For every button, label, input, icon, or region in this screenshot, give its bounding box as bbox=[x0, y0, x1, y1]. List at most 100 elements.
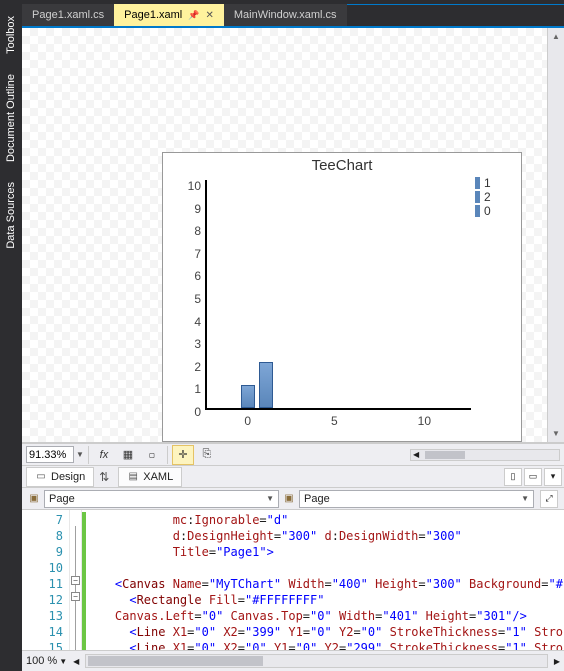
tab-label: Page1.xaml bbox=[124, 9, 182, 21]
snap-grid-toggle[interactable]: ✛ bbox=[172, 445, 194, 465]
member-combo[interactable]: Page ▼ bbox=[299, 490, 534, 508]
change-marker bbox=[82, 576, 86, 650]
design-icon: ▭ bbox=[35, 471, 47, 483]
y-tick-label: 7 bbox=[194, 247, 201, 261]
close-icon[interactable]: ✕ bbox=[205, 10, 213, 21]
scope-combo[interactable]: Page ▼ bbox=[44, 490, 279, 508]
pin-icon[interactable]: 📌 bbox=[188, 10, 199, 21]
tool-window-sidebar: Toolbox Document Outline Data Sources bbox=[0, 0, 22, 671]
y-axis bbox=[205, 180, 207, 410]
editor-zoom-value: 100 % bbox=[26, 655, 57, 667]
outline-toggle[interactable]: − bbox=[71, 592, 80, 601]
line-number: 14 bbox=[24, 624, 63, 640]
legend-item: 1 bbox=[475, 176, 521, 190]
editor-zoom[interactable]: 100 % ▼ bbox=[26, 655, 67, 667]
plot-area: 0510 bbox=[205, 174, 471, 424]
designer-xaml-switch: ▭ Design ⇅ ▤ XAML ▯ ▭ ▾ bbox=[22, 466, 564, 488]
xaml-designer-surface[interactable]: TeeChart 109876543210 0510 120 ▲ ▼ bbox=[22, 28, 564, 443]
code-line[interactable]: <Canvas Name="MyTChart" Width="400" Heig… bbox=[86, 576, 564, 592]
y-tick-label: 10 bbox=[188, 179, 201, 193]
expand-nav-button[interactable]: ⤢ bbox=[540, 490, 558, 508]
scope-combo-text: Page bbox=[49, 493, 75, 505]
tab-page1-cs[interactable]: Page1.xaml.cs bbox=[22, 4, 114, 26]
element-icon: ▣ bbox=[26, 491, 42, 507]
code-body[interactable]: mc:Ignorable="d" d:DesignHeight="300" d:… bbox=[82, 510, 564, 650]
xaml-tab-label: XAML bbox=[143, 471, 173, 483]
code-line[interactable]: <Line X1="0" X2="0" Y1="0" Y2="299" Stro… bbox=[86, 640, 564, 650]
scroll-left-icon[interactable]: ◀ bbox=[73, 657, 79, 666]
code-line[interactable]: <Line X1="0" X2="399" Y1="0" Y2="0" Stro… bbox=[86, 624, 564, 640]
chevron-down-icon[interactable]: ▼ bbox=[76, 450, 84, 459]
line-number: 12 bbox=[24, 592, 63, 608]
code-line[interactable]: mc:Ignorable="d" bbox=[86, 512, 564, 528]
chart-title: TeeChart bbox=[163, 157, 521, 174]
scroll-left-icon[interactable]: ◀ bbox=[411, 450, 421, 459]
y-tick-label: 5 bbox=[194, 292, 201, 306]
designer-toolbar: ▼ fx ▦ ꤀ ✛ ⎘ ◀ bbox=[22, 443, 564, 466]
x-tick-label: 10 bbox=[418, 414, 431, 428]
design-tab[interactable]: ▭ Design bbox=[26, 467, 94, 487]
scroll-up-icon[interactable]: ▲ bbox=[548, 28, 564, 45]
zoom-input[interactable] bbox=[26, 446, 74, 463]
chart-bar bbox=[259, 362, 273, 408]
xaml-tab[interactable]: ▤ XAML bbox=[118, 467, 182, 487]
line-number: 11 bbox=[24, 576, 63, 592]
show-guides-button[interactable]: ⎘ bbox=[196, 445, 218, 465]
line-number: 9 bbox=[24, 544, 63, 560]
scroll-down-icon[interactable]: ▼ bbox=[548, 425, 564, 442]
chevron-down-icon[interactable]: ▼ bbox=[521, 494, 529, 503]
tab-page1-xaml[interactable]: Page1.xaml 📌 ✕ bbox=[114, 4, 224, 26]
editor-horizontal-scrollbar[interactable] bbox=[85, 654, 548, 668]
chevron-down-icon[interactable]: ▼ bbox=[59, 657, 67, 666]
code-line[interactable]: d:DesignHeight="300" d:DesignWidth="300" bbox=[86, 528, 564, 544]
scroll-right-icon[interactable]: ▶ bbox=[554, 657, 560, 666]
design-tab-label: Design bbox=[51, 471, 85, 483]
collapse-pane-button[interactable]: ▾ bbox=[544, 468, 562, 486]
sidebar-item-document-outline[interactable]: Document Outline bbox=[3, 68, 19, 168]
legend-item: 0 bbox=[475, 204, 521, 218]
code-line[interactable]: Canvas.Left="0" Canvas.Top="0" Width="40… bbox=[86, 608, 564, 624]
sidebar-item-toolbox[interactable]: Toolbox bbox=[3, 10, 19, 60]
x-axis bbox=[205, 408, 471, 410]
code-nav-bar: ▣ Page ▼ ▣ Page ▼ ⤢ bbox=[22, 488, 564, 510]
split-horizontal-button[interactable]: ▭ bbox=[524, 468, 542, 486]
tab-mainwindow-cs[interactable]: MainWindow.xaml.cs bbox=[224, 4, 347, 26]
code-line[interactable]: <Rectangle Fill="#FFFFFFFF" bbox=[86, 592, 564, 608]
outlining-margin[interactable]: − − bbox=[70, 510, 82, 650]
line-number: 15 bbox=[24, 640, 63, 650]
x-tick-label: 5 bbox=[331, 414, 338, 428]
editor-status-bar: 100 % ▼ ◀ ▶ bbox=[22, 650, 564, 671]
effects-button[interactable]: fx bbox=[93, 445, 115, 465]
change-marker bbox=[82, 512, 86, 576]
zoom-combo[interactable]: ▼ bbox=[26, 446, 84, 463]
tab-label: MainWindow.xaml.cs bbox=[234, 9, 337, 21]
chart-legend: 120 bbox=[475, 174, 521, 424]
teechart-control[interactable]: TeeChart 109876543210 0510 120 bbox=[162, 152, 522, 442]
designer-vertical-scrollbar[interactable]: ▲ ▼ bbox=[547, 28, 564, 442]
code-line[interactable]: Title="Page1"> bbox=[86, 544, 564, 560]
xaml-editor[interactable]: 78910111213141516 − − mc:Ignorable="d" d… bbox=[22, 510, 564, 650]
chevron-down-icon[interactable]: ▼ bbox=[266, 494, 274, 503]
y-tick-label: 1 bbox=[194, 382, 201, 396]
y-tick-label: 2 bbox=[194, 360, 201, 374]
y-tick-label: 9 bbox=[194, 202, 201, 216]
y-tick-label: 0 bbox=[194, 405, 201, 419]
y-tick-label: 4 bbox=[194, 315, 201, 329]
swap-panes-button[interactable]: ⇅ bbox=[94, 470, 114, 484]
code-line[interactable] bbox=[86, 560, 564, 576]
legend-item: 2 bbox=[475, 190, 521, 204]
snaplines-button[interactable]: ꤀ bbox=[141, 445, 163, 465]
designer-horizontal-scrollbar[interactable]: ◀ bbox=[410, 449, 560, 461]
split-vertical-button[interactable]: ▯ bbox=[504, 468, 522, 486]
y-tick-label: 3 bbox=[194, 337, 201, 351]
x-tick-label: 0 bbox=[244, 414, 251, 428]
y-tick-label: 6 bbox=[194, 269, 201, 283]
outline-toggle[interactable]: − bbox=[71, 576, 80, 585]
member-icon: ▣ bbox=[281, 491, 297, 507]
document-tabs: Page1.xaml.cs Page1.xaml 📌 ✕ MainWindow.… bbox=[22, 4, 564, 26]
sidebar-item-data-sources[interactable]: Data Sources bbox=[3, 176, 19, 255]
grid-snap-button[interactable]: ▦ bbox=[117, 445, 139, 465]
xaml-icon: ▤ bbox=[127, 471, 139, 483]
line-number: 8 bbox=[24, 528, 63, 544]
tab-label: Page1.xaml.cs bbox=[32, 9, 104, 21]
